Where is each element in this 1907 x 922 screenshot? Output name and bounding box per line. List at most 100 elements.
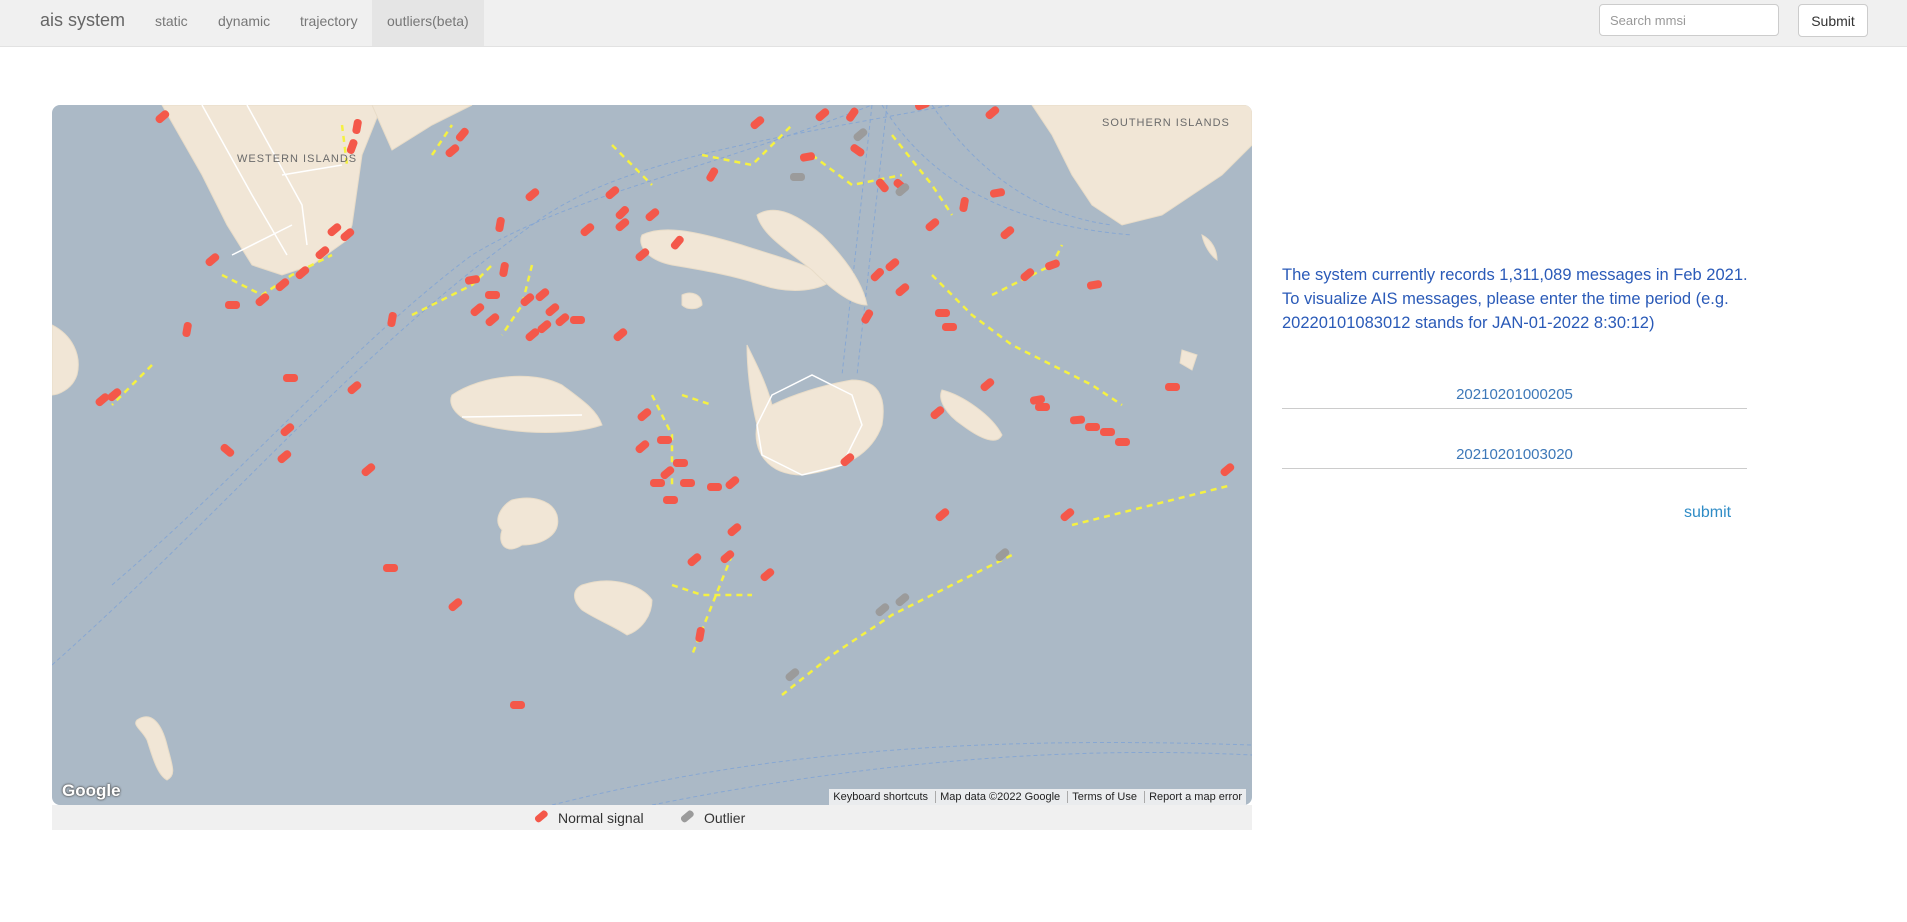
nav-outliers[interactable]: outliers(beta) <box>372 0 484 46</box>
normal-vessel-marker[interactable] <box>984 105 1001 121</box>
normal-vessel-marker[interactable] <box>447 597 464 613</box>
normal-vessel-marker[interactable] <box>283 374 298 382</box>
normal-vessel-marker[interactable] <box>849 143 866 158</box>
normal-vessel-marker[interactable] <box>695 626 705 643</box>
normal-vessel-marker[interactable] <box>484 312 501 328</box>
normal-vessel-marker[interactable] <box>1086 280 1103 290</box>
search-submit-button[interactable]: Submit <box>1798 4 1868 37</box>
normal-vessel-marker[interactable] <box>719 549 736 565</box>
normal-vessel-marker[interactable] <box>934 507 951 523</box>
normal-vessel-marker[interactable] <box>929 405 946 421</box>
normal-vessel-marker[interactable] <box>1059 507 1076 523</box>
normal-vessel-marker[interactable] <box>534 287 551 303</box>
report-error-link[interactable]: Report a map error <box>1144 791 1246 803</box>
normal-vessel-marker[interactable] <box>614 217 631 233</box>
normal-vessel-marker[interactable] <box>279 422 296 438</box>
normal-vessel-marker[interactable] <box>204 252 221 268</box>
normal-vessel-marker[interactable] <box>707 483 722 491</box>
normal-vessel-marker[interactable] <box>663 496 678 504</box>
normal-vessel-marker[interactable] <box>485 291 500 299</box>
search-mmsi-input[interactable] <box>1599 4 1779 36</box>
normal-vessel-marker[interactable] <box>659 465 676 481</box>
normal-vessel-marker[interactable] <box>360 462 377 478</box>
nav-dynamic[interactable]: dynamic <box>218 0 270 46</box>
normal-vessel-marker[interactable] <box>94 392 111 408</box>
normal-vessel-marker[interactable] <box>894 282 911 298</box>
end-time-input[interactable] <box>1282 440 1747 469</box>
normal-vessel-marker[interactable] <box>634 439 651 455</box>
normal-vessel-marker[interactable] <box>464 275 481 285</box>
normal-vessel-marker[interactable] <box>799 152 816 162</box>
normal-vessel-marker[interactable] <box>1100 428 1115 436</box>
start-time-input[interactable] <box>1282 380 1747 409</box>
normal-vessel-marker[interactable] <box>604 185 621 201</box>
normal-vessel-marker[interactable] <box>914 105 931 111</box>
normal-vessel-marker[interactable] <box>814 107 831 123</box>
normal-vessel-marker[interactable] <box>276 449 293 465</box>
outlier-vessel-marker[interactable] <box>894 592 911 608</box>
normal-vessel-marker[interactable] <box>657 436 672 444</box>
normal-vessel-marker[interactable] <box>454 126 470 143</box>
normal-vessel-marker[interactable] <box>979 377 996 393</box>
normal-vessel-marker[interactable] <box>989 188 1006 198</box>
normal-vessel-marker[interactable] <box>579 222 596 238</box>
normal-vessel-marker[interactable] <box>519 292 536 308</box>
normal-vessel-marker[interactable] <box>387 311 397 328</box>
outlier-vessel-marker[interactable] <box>874 602 891 618</box>
normal-vessel-marker[interactable] <box>959 196 969 213</box>
normal-vessel-marker[interactable] <box>614 205 630 221</box>
normal-vessel-marker[interactable] <box>1219 462 1236 478</box>
outlier-vessel-marker[interactable] <box>994 547 1011 563</box>
normal-vessel-marker[interactable] <box>924 217 941 233</box>
normal-vessel-marker[interactable] <box>874 177 890 194</box>
normal-vessel-marker[interactable] <box>942 323 957 331</box>
normal-vessel-marker[interactable] <box>759 567 776 583</box>
normal-vessel-marker[interactable] <box>869 267 885 283</box>
normal-vessel-marker[interactable] <box>673 459 688 467</box>
normal-vessel-marker[interactable] <box>726 522 743 538</box>
normal-vessel-marker[interactable] <box>749 115 766 131</box>
outlier-vessel-marker[interactable] <box>784 667 801 683</box>
normal-vessel-marker[interactable] <box>612 327 629 343</box>
normal-vessel-marker[interactable] <box>346 380 363 396</box>
outlier-vessel-marker[interactable] <box>790 173 805 181</box>
normal-vessel-marker[interactable] <box>499 261 509 278</box>
normal-vessel-marker[interactable] <box>636 407 653 423</box>
normal-vessel-marker[interactable] <box>935 309 950 317</box>
normal-vessel-marker[interactable] <box>680 479 695 487</box>
normal-vessel-marker[interactable] <box>860 308 874 325</box>
normal-vessel-marker[interactable] <box>686 552 703 568</box>
normal-vessel-marker[interactable] <box>1035 403 1050 411</box>
normal-vessel-marker[interactable] <box>1085 423 1100 431</box>
outlier-vessel-marker[interactable] <box>852 127 869 143</box>
keyboard-shortcuts-link[interactable]: Keyboard shortcuts <box>829 791 932 803</box>
normal-vessel-marker[interactable] <box>274 277 291 293</box>
normal-vessel-marker[interactable] <box>182 321 192 338</box>
nav-static[interactable]: static <box>155 0 188 46</box>
normal-vessel-marker[interactable] <box>1115 438 1130 446</box>
normal-vessel-marker[interactable] <box>999 225 1016 241</box>
normal-vessel-marker[interactable] <box>106 387 123 403</box>
normal-vessel-marker[interactable] <box>1069 415 1086 425</box>
normal-vessel-marker[interactable] <box>495 216 505 233</box>
normal-vessel-marker[interactable] <box>510 701 525 709</box>
normal-vessel-marker[interactable] <box>650 479 665 487</box>
normal-vessel-marker[interactable] <box>444 143 461 159</box>
nav-trajectory[interactable]: trajectory <box>300 0 358 46</box>
normal-vessel-marker[interactable] <box>884 257 901 273</box>
normal-vessel-marker[interactable] <box>219 442 236 458</box>
normal-vessel-marker[interactable] <box>1044 259 1061 272</box>
normal-vessel-marker[interactable] <box>570 316 585 324</box>
map-canvas[interactable]: WESTERN ISLANDS SOUTHERN ISLANDS Google … <box>52 105 1252 805</box>
normal-vessel-marker[interactable] <box>705 166 719 183</box>
normal-vessel-marker[interactable] <box>544 302 561 318</box>
submit-link[interactable]: submit <box>1684 504 1731 522</box>
normal-vessel-marker[interactable] <box>724 475 741 491</box>
brand-link[interactable]: ais system <box>40 10 125 31</box>
normal-vessel-marker[interactable] <box>1165 383 1180 391</box>
normal-vessel-marker[interactable] <box>225 301 240 309</box>
normal-vessel-marker[interactable] <box>644 207 661 223</box>
terms-link[interactable]: Terms of Use <box>1067 791 1141 803</box>
normal-vessel-marker[interactable] <box>554 312 571 328</box>
normal-vessel-marker[interactable] <box>383 564 398 572</box>
